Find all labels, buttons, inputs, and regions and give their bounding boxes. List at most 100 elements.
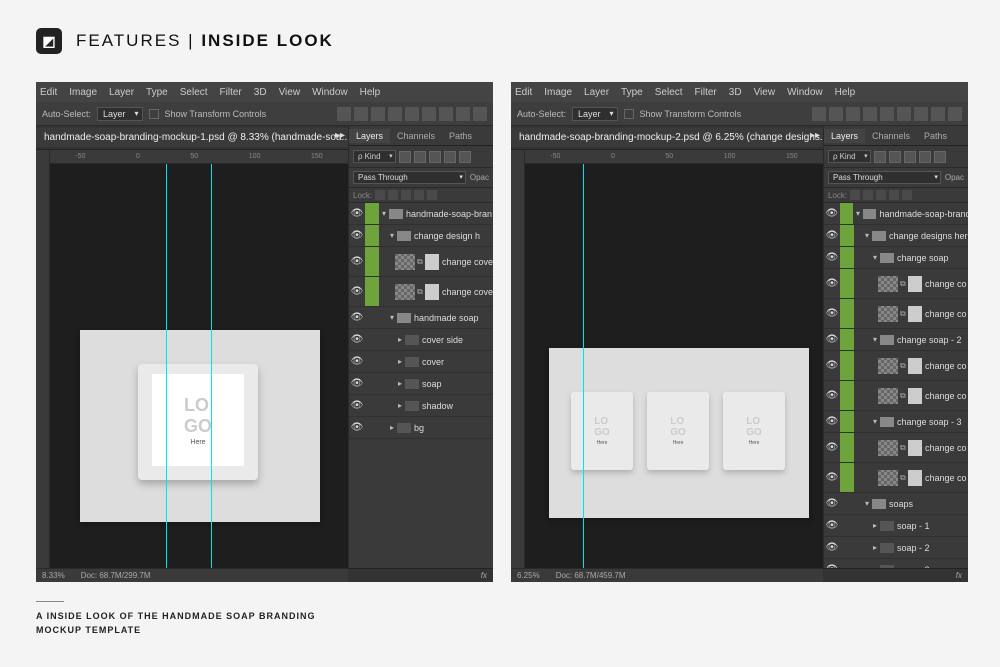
disclosure-icon[interactable]: ▾ xyxy=(862,499,872,508)
visibility-toggle-icon[interactable]: 👁 xyxy=(824,334,840,345)
layer-thumbnail[interactable] xyxy=(395,284,415,300)
layer-name[interactable]: change co xyxy=(925,473,967,483)
layer-name[interactable]: change design h xyxy=(414,231,480,241)
menu-help[interactable]: Help xyxy=(835,87,856,98)
filter-icon[interactable] xyxy=(904,151,916,163)
visibility-toggle-icon[interactable]: 👁 xyxy=(824,520,840,531)
visibility-toggle-icon[interactable]: 👁 xyxy=(824,360,840,371)
filter-icon[interactable] xyxy=(919,151,931,163)
lock-icon[interactable] xyxy=(902,190,912,200)
layer-row[interactable]: 👁▸bg xyxy=(349,417,493,439)
menu-type[interactable]: Type xyxy=(621,87,643,98)
layer-thumbnail[interactable] xyxy=(395,254,415,270)
disclosure-icon[interactable]: ▾ xyxy=(387,313,397,322)
layer-thumbnail[interactable] xyxy=(878,388,898,404)
layer-row[interactable]: 👁▾change soap - 3 xyxy=(824,411,968,433)
disclosure-icon[interactable]: ▾ xyxy=(387,231,397,240)
lock-icon[interactable] xyxy=(876,190,886,200)
disclosure-icon[interactable]: ▸ xyxy=(387,423,397,432)
blend-mode-dropdown[interactable]: Pass Through xyxy=(828,171,941,184)
zoom-level[interactable]: 8.33% xyxy=(42,571,65,580)
menu-help[interactable]: Help xyxy=(360,87,381,98)
visibility-toggle-icon[interactable]: 👁 xyxy=(824,308,840,319)
menu-window[interactable]: Window xyxy=(312,87,348,98)
menu-edit[interactable]: Edit xyxy=(515,87,532,98)
menu-select[interactable]: Select xyxy=(655,87,683,98)
mask-thumbnail[interactable] xyxy=(908,306,922,322)
visibility-toggle-icon[interactable]: 👁 xyxy=(349,208,365,219)
layer-row[interactable]: 👁▾change soap - 2 xyxy=(824,329,968,351)
layer-row[interactable]: 👁▾handmade soap xyxy=(349,307,493,329)
layer-name[interactable]: change designs her xyxy=(889,231,968,241)
align-icon[interactable] xyxy=(405,107,419,121)
menu-layer[interactable]: Layer xyxy=(584,87,609,98)
layer-name[interactable]: soap - 2 xyxy=(897,543,930,553)
visibility-toggle-icon[interactable]: 👁 xyxy=(824,542,840,553)
auto-select-dropdown[interactable]: Layer xyxy=(572,107,618,121)
align-icon[interactable] xyxy=(829,107,843,121)
lock-icon[interactable] xyxy=(388,190,398,200)
show-transform-checkbox[interactable] xyxy=(624,109,634,119)
layer-name[interactable]: change cove xyxy=(442,287,493,297)
layer-row[interactable]: 👁⧉change co xyxy=(824,433,968,463)
visibility-toggle-icon[interactable]: 👁 xyxy=(824,252,840,263)
layer-row[interactable]: 👁⧉change co xyxy=(824,351,968,381)
menu-3d[interactable]: 3D xyxy=(254,87,267,98)
menu-image[interactable]: Image xyxy=(544,87,572,98)
layer-thumbnail[interactable] xyxy=(878,276,898,292)
guide-line[interactable] xyxy=(211,164,212,568)
visibility-toggle-icon[interactable]: 👁 xyxy=(824,472,840,483)
lock-icon[interactable] xyxy=(414,190,424,200)
disclosure-icon[interactable]: ▾ xyxy=(870,253,880,262)
menu-window[interactable]: Window xyxy=(787,87,823,98)
align-icon[interactable] xyxy=(388,107,402,121)
mask-thumbnail[interactable] xyxy=(908,470,922,486)
mask-thumbnail[interactable] xyxy=(908,276,922,292)
layer-row[interactable]: 👁▸cover xyxy=(349,351,493,373)
menu-view[interactable]: View xyxy=(279,87,301,98)
layer-name[interactable]: handmade soap xyxy=(414,313,479,323)
visibility-toggle-icon[interactable]: 👁 xyxy=(349,334,365,345)
zoom-level[interactable]: 6.25% xyxy=(517,571,540,580)
align-icon[interactable] xyxy=(863,107,877,121)
layer-row[interactable]: 👁⧉change cove xyxy=(349,277,493,307)
lock-icon[interactable] xyxy=(401,190,411,200)
layer-name[interactable]: change soap xyxy=(897,253,949,263)
disclosure-icon[interactable]: ▸ xyxy=(395,335,405,344)
filter-icon[interactable] xyxy=(874,151,886,163)
layer-name[interactable]: change co xyxy=(925,443,967,453)
disclosure-icon[interactable]: ▸ xyxy=(395,379,405,388)
layer-name[interactable]: change co xyxy=(925,279,967,289)
filter-icon[interactable] xyxy=(934,151,946,163)
align-icon[interactable] xyxy=(439,107,453,121)
layer-row[interactable]: 👁▾change design h xyxy=(349,225,493,247)
layer-name[interactable]: shadow xyxy=(422,401,453,411)
layer-name[interactable]: change co xyxy=(925,391,967,401)
layer-thumbnail[interactable] xyxy=(878,358,898,374)
layer-name[interactable]: handmade-soap-brand xyxy=(879,209,968,219)
visibility-toggle-icon[interactable]: 👁 xyxy=(824,390,840,401)
align-icon[interactable] xyxy=(371,107,385,121)
layer-name[interactable]: change soap - 2 xyxy=(897,335,962,345)
visibility-toggle-icon[interactable]: 👁 xyxy=(349,356,365,367)
disclosure-icon[interactable]: ▾ xyxy=(379,209,389,218)
disclosure-icon[interactable]: ▸ xyxy=(870,521,880,530)
layer-row[interactable]: 👁▾handmade-soap-bran xyxy=(349,203,493,225)
layer-row[interactable]: 👁⧉change cove xyxy=(349,247,493,277)
disclosure-icon[interactable]: ▾ xyxy=(870,417,880,426)
layer-name[interactable]: change soap - 3 xyxy=(897,417,962,427)
tab-paths[interactable]: Paths xyxy=(917,129,954,143)
layer-row[interactable]: 👁▸shadow xyxy=(349,395,493,417)
align-icon[interactable] xyxy=(354,107,368,121)
align-icon[interactable] xyxy=(931,107,945,121)
menu-edit[interactable]: Edit xyxy=(40,87,57,98)
lock-icon[interactable] xyxy=(850,190,860,200)
layer-name[interactable]: change co xyxy=(925,361,967,371)
align-icon[interactable] xyxy=(812,107,826,121)
tab-channels[interactable]: Channels xyxy=(390,129,442,143)
canvas[interactable]: LOGO Here xyxy=(50,164,348,568)
auto-select-dropdown[interactable]: Layer xyxy=(97,107,143,121)
tab-layers[interactable]: Layers xyxy=(824,129,865,143)
layer-row[interactable]: 👁▾change designs her xyxy=(824,225,968,247)
align-icon[interactable] xyxy=(897,107,911,121)
